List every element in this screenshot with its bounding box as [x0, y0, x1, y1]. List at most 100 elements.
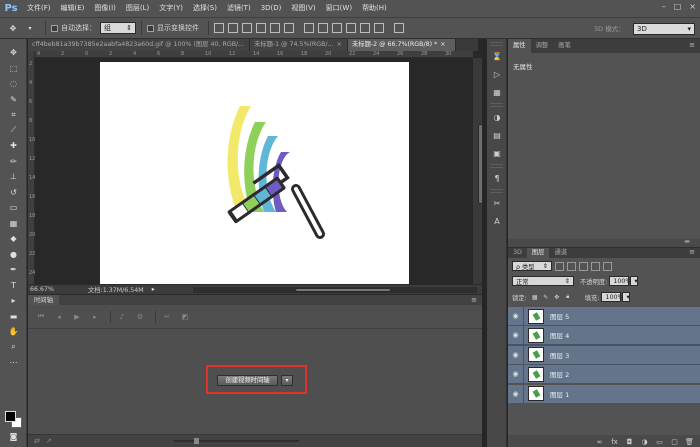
- lock-transparency-icon[interactable]: ▦: [531, 293, 539, 301]
- shape-tool-icon[interactable]: ▬: [0, 309, 27, 325]
- auto-select-checkbox[interactable]: [51, 24, 58, 32]
- layer-row[interactable]: ◉ 图层 1: [508, 384, 700, 404]
- adjustments-icon[interactable]: ◑: [487, 110, 507, 125]
- dock-grip[interactable]: [490, 189, 503, 193]
- timeline-type-dropdown[interactable]: ▾: [281, 375, 293, 386]
- quick-select-tool-icon[interactable]: ✎: [0, 92, 27, 108]
- layer-row[interactable]: ◉ 图层 2: [508, 364, 700, 385]
- close-icon[interactable]: ×: [337, 41, 342, 48]
- tab-brush[interactable]: 画笔: [553, 39, 576, 53]
- path-select-tool-icon[interactable]: ▸: [0, 293, 27, 309]
- menu-item[interactable]: 图层(L): [121, 0, 154, 17]
- filter-smart-object-icon[interactable]: [603, 261, 612, 271]
- new-group-icon[interactable]: ▭: [655, 437, 664, 446]
- distribute-top-icon[interactable]: [304, 23, 314, 33]
- navigator-icon[interactable]: ▣: [487, 146, 507, 161]
- filter-type-icon[interactable]: [579, 261, 588, 271]
- lock-position-icon[interactable]: ✥: [553, 293, 561, 301]
- gradient-tool-icon[interactable]: ▦: [0, 216, 27, 232]
- layer-row[interactable]: ◉ 图层 5: [508, 306, 700, 326]
- distribute-vcenter-icon[interactable]: [318, 23, 328, 33]
- brush-tool-icon[interactable]: ✏: [0, 154, 27, 170]
- zoom-level[interactable]: 66.67%: [28, 286, 56, 293]
- hand-tool-icon[interactable]: ✋: [0, 324, 27, 340]
- distribute-right-icon[interactable]: [374, 23, 384, 33]
- blend-mode-dropdown[interactable]: 正常 ⇕: [512, 276, 574, 286]
- align-vcenter-icon[interactable]: [228, 23, 238, 33]
- pen-tool-icon[interactable]: ✒: [0, 262, 27, 278]
- menu-item[interactable]: 3D(D): [256, 0, 287, 17]
- fill-field[interactable]: 100%: [601, 292, 623, 302]
- vertical-scrollbar[interactable]: [473, 58, 485, 284]
- render-icon[interactable]: ↗: [46, 437, 52, 445]
- create-video-timeline-button[interactable]: 创建视频时间轴: [217, 375, 278, 386]
- canvas-area[interactable]: [35, 58, 473, 284]
- dock-grip[interactable]: [490, 103, 503, 107]
- menu-item[interactable]: 滤镜(T): [222, 0, 256, 17]
- close-button[interactable]: ×: [689, 2, 696, 11]
- layer-comps-icon[interactable]: ▤: [487, 128, 507, 143]
- menu-item[interactable]: 图像(I): [89, 0, 121, 17]
- dock-grip[interactable]: [490, 42, 503, 46]
- dodge-tool-icon[interactable]: ●: [0, 247, 27, 263]
- tab-timeline[interactable]: 时间轴: [28, 294, 59, 306]
- panel-menu-icon[interactable]: ≡: [689, 248, 695, 256]
- align-top-icon[interactable]: [214, 23, 224, 33]
- lock-all-icon[interactable]: 🔒︎: [564, 293, 572, 301]
- next-frame-icon[interactable]: ▸: [88, 310, 102, 324]
- healing-brush-tool-icon[interactable]: ✚: [0, 138, 27, 154]
- workspace-dropdown[interactable]: 3D ▾: [633, 23, 695, 35]
- eye-icon[interactable]: ◉: [508, 325, 524, 345]
- dock-grip[interactable]: [490, 164, 503, 168]
- menu-item[interactable]: 文字(Y): [154, 0, 188, 17]
- maximize-button[interactable]: □: [674, 2, 682, 11]
- panel-menu-icon[interactable]: ≡: [689, 41, 695, 49]
- auto-align-icon[interactable]: [394, 23, 404, 33]
- resize-grip-icon[interactable]: ▬: [684, 238, 690, 245]
- transition-icon[interactable]: ◩: [178, 310, 192, 324]
- opacity-slider-toggle[interactable]: ▾: [630, 276, 639, 286]
- settings-icon[interactable]: ⚙: [133, 310, 147, 324]
- tool-presets-icon[interactable]: ✂: [487, 196, 507, 211]
- quick-mask-icon[interactable]: ◙: [0, 429, 27, 445]
- distribute-left-icon[interactable]: [346, 23, 356, 33]
- align-left-icon[interactable]: [256, 23, 266, 33]
- fill-slider-toggle[interactable]: ▾: [622, 292, 631, 302]
- color-swatches[interactable]: [5, 411, 23, 429]
- filter-shape-icon[interactable]: [591, 261, 600, 271]
- distribute-bottom-icon[interactable]: [332, 23, 342, 33]
- status-menu-arrow-icon[interactable]: ▸: [152, 286, 155, 293]
- eye-icon[interactable]: ◉: [508, 384, 524, 404]
- history-icon[interactable]: ⌛: [487, 49, 507, 64]
- previous-frame-icon[interactable]: ◂: [52, 310, 66, 324]
- move-tool-icon[interactable]: ✥: [6, 21, 20, 35]
- crop-tool-icon[interactable]: ⌗: [0, 107, 27, 123]
- foreground-color-swatch[interactable]: [5, 411, 16, 422]
- horizontal-scrollbar[interactable]: [193, 287, 477, 293]
- move-tool-icon[interactable]: ✥: [0, 45, 27, 61]
- opacity-field[interactable]: 100%: [609, 276, 631, 286]
- layer-row[interactable]: ◉ 图层 3: [508, 345, 700, 365]
- slider-knob[interactable]: [194, 438, 199, 444]
- character-icon[interactable]: A: [487, 214, 507, 229]
- new-layer-icon[interactable]: ▢: [670, 437, 679, 446]
- align-hcenter-icon[interactable]: [270, 23, 280, 33]
- tab-document-2[interactable]: 未标题-1 @ 74.5%(RGB/... ×: [250, 39, 348, 51]
- lock-pixels-icon[interactable]: ✎: [542, 293, 550, 301]
- layer-row[interactable]: ◉ 图层 4: [508, 325, 700, 346]
- blur-tool-icon[interactable]: ◆: [0, 231, 27, 247]
- menu-item[interactable]: 文件(F): [22, 0, 56, 17]
- tab-layers[interactable]: 图层: [526, 248, 550, 258]
- swatches-icon[interactable]: ▦: [487, 85, 507, 100]
- layer-filter-dropdown[interactable]: ρ 类型 ⇕: [512, 261, 552, 271]
- tab-properties[interactable]: 属性: [508, 39, 531, 53]
- layer-mask-icon[interactable]: ◘: [625, 437, 634, 446]
- clone-stamp-tool-icon[interactable]: ⊥: [0, 169, 27, 185]
- scroll-thumb[interactable]: [295, 288, 391, 292]
- type-tool-icon[interactable]: T: [0, 278, 27, 294]
- menu-item[interactable]: 编辑(E): [56, 0, 90, 17]
- close-icon[interactable]: ×: [440, 41, 445, 48]
- paragraph-icon[interactable]: ¶: [487, 171, 507, 186]
- actions-icon[interactable]: ▷: [487, 67, 507, 82]
- timeline-zoom-slider[interactable]: [174, 438, 299, 444]
